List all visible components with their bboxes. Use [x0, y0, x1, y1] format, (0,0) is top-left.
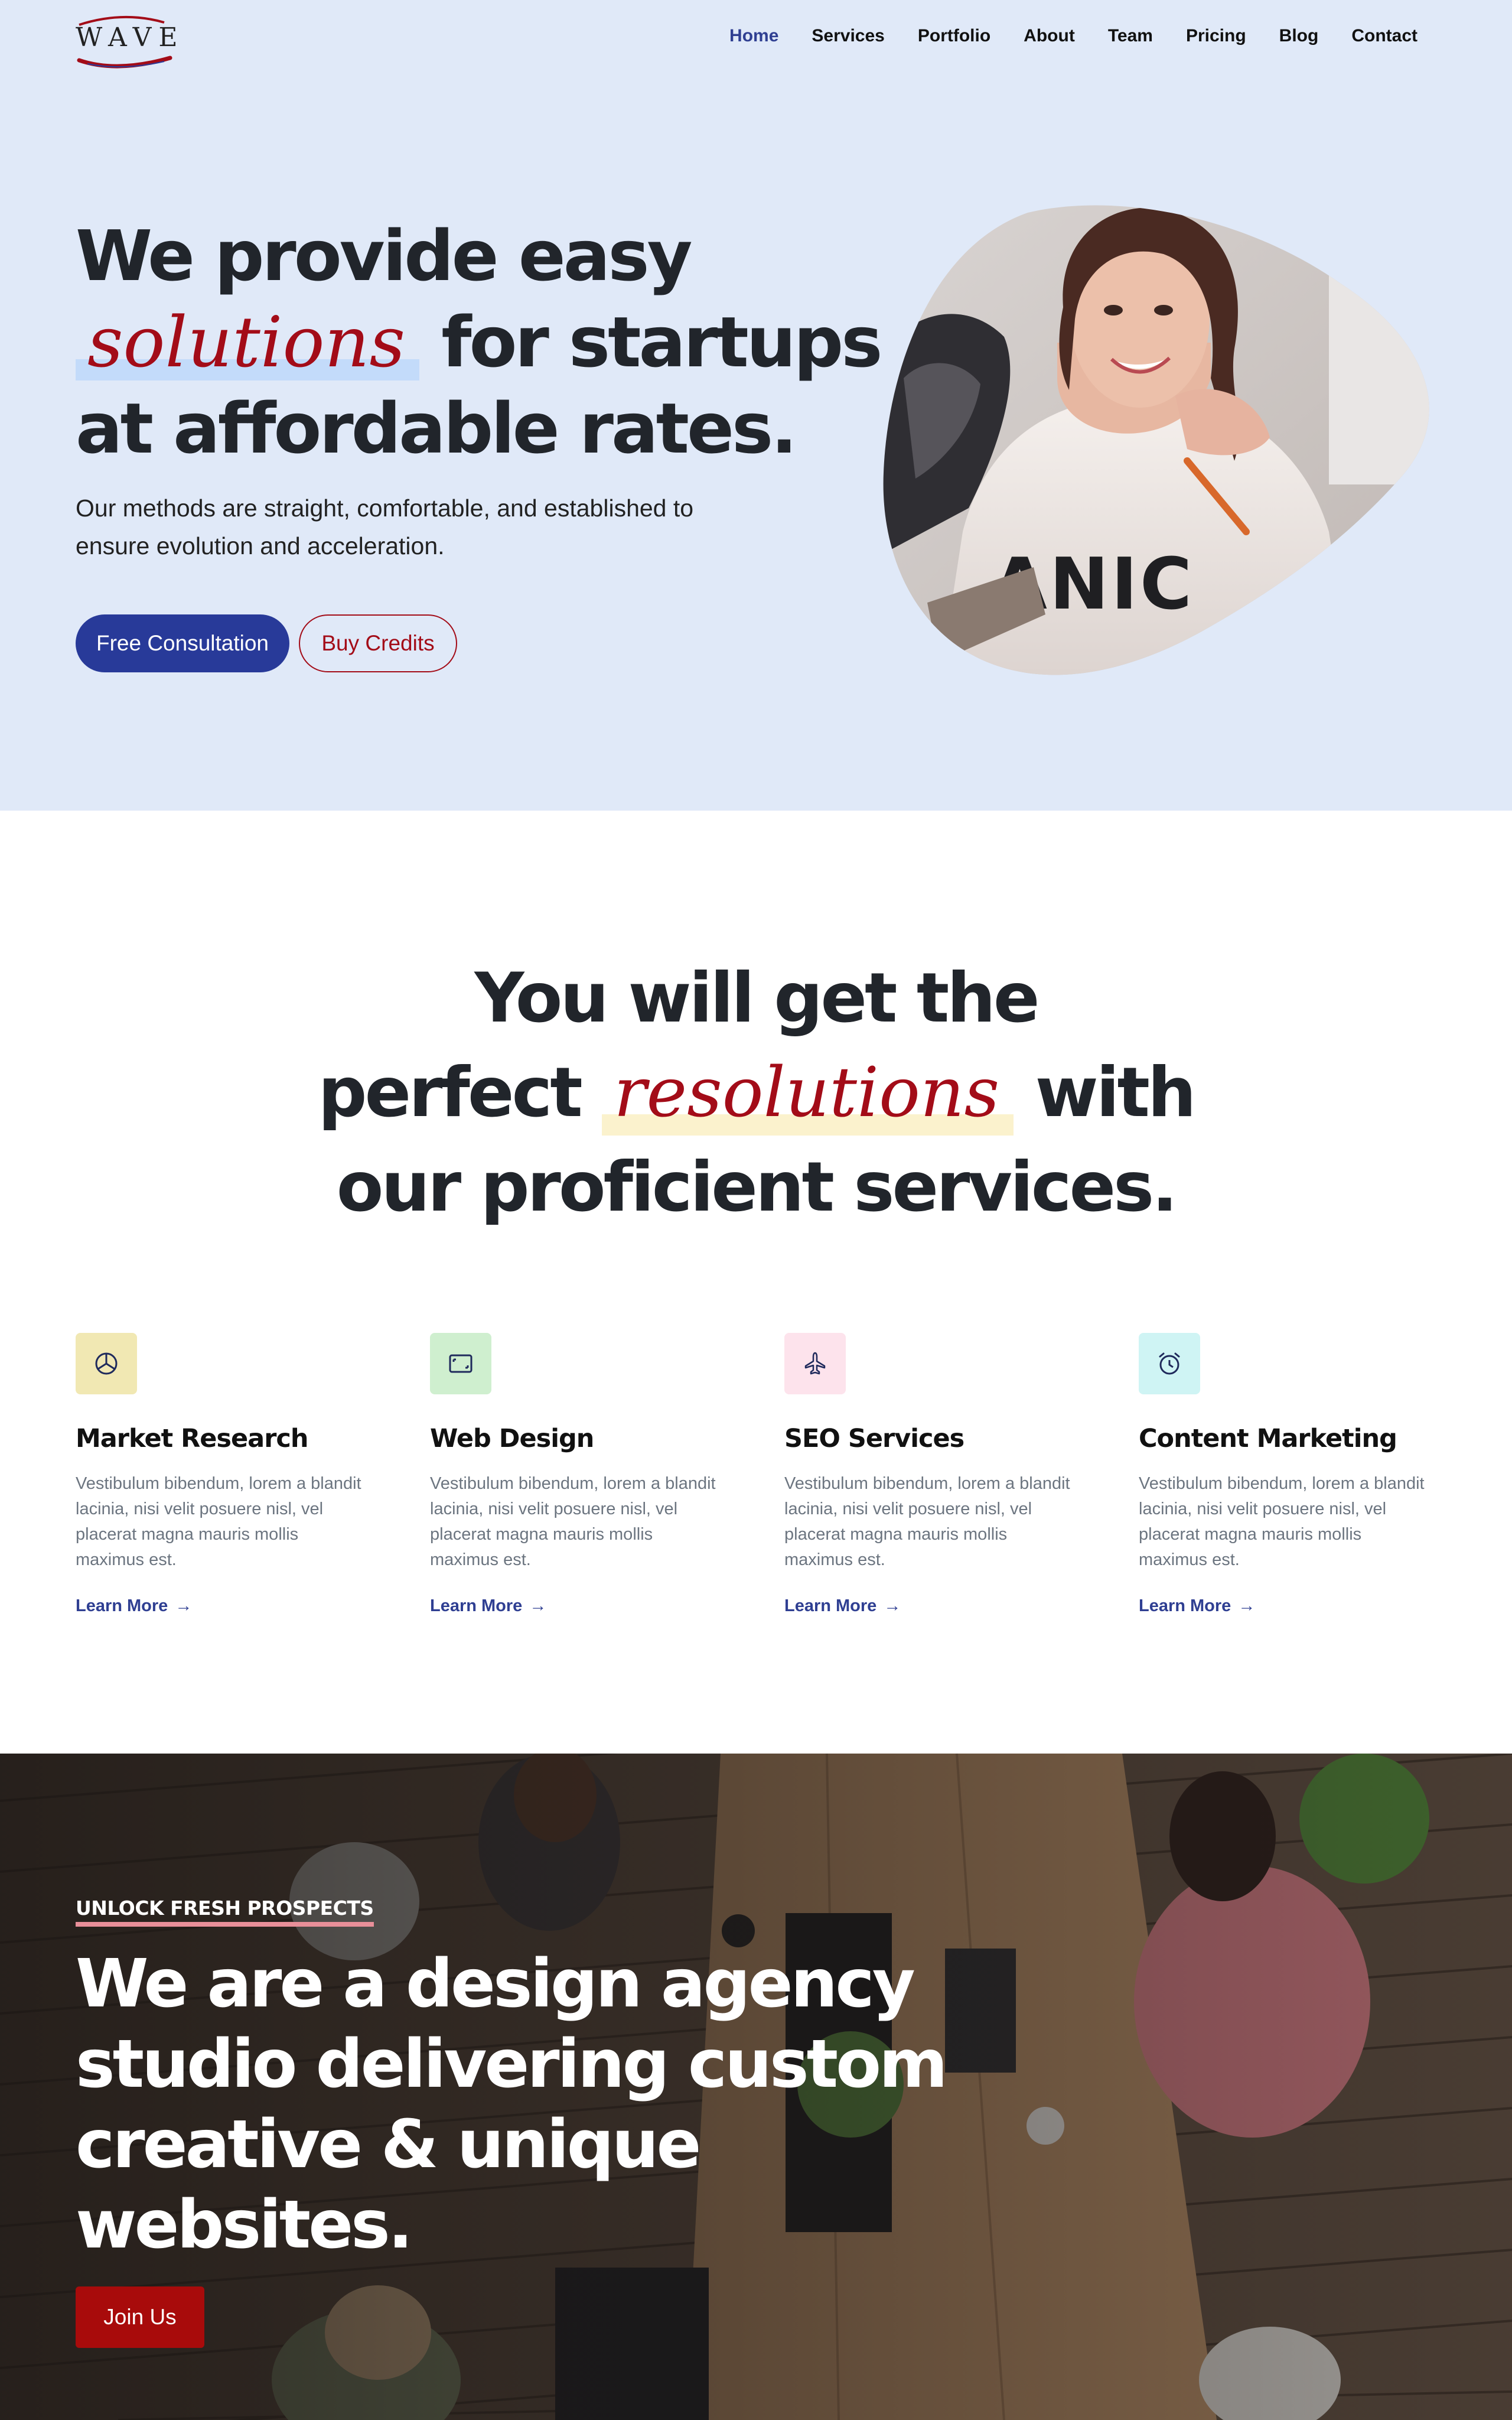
learn-more-link[interactable]: Learn More →: [76, 1596, 192, 1616]
arrow-right-icon: →: [175, 1596, 193, 1615]
service-cards: Market Research Vestibulum bibendum, lor…: [76, 1333, 1436, 1616]
service-card-text: Vestibulum bibendum, lorem a blandit lac…: [1139, 1474, 1425, 1569]
nav-contact[interactable]: Contact: [1351, 26, 1418, 46]
free-consultation-button[interactable]: Free Consultation: [76, 614, 289, 672]
nav-home[interactable]: Home: [729, 26, 778, 46]
services-title-line-2: perfect resolutions with: [0, 1046, 1512, 1140]
agency-title-line-2: studio delivering custom: [76, 2026, 948, 2103]
services-title: You will get the perfect resolutions wit…: [0, 951, 1512, 1235]
service-card-text: Vestibulum bibendum, lorem a blandit lac…: [430, 1474, 716, 1569]
services-title-line-2-post: with: [1035, 1053, 1197, 1133]
nav-team[interactable]: Team: [1108, 26, 1153, 46]
hero-section: WAVE Home Services Portfolio About Team …: [0, 0, 1512, 811]
hero-title-line-2: solutions for startups: [76, 299, 882, 385]
wave-logo[interactable]: WAVE: [76, 9, 178, 69]
logo-text: WAVE: [76, 22, 185, 53]
learn-more-label: Learn More: [430, 1596, 523, 1615]
service-card-seo-services: SEO Services Vestibulum bibendum, lorem …: [784, 1333, 1080, 1616]
learn-more-link[interactable]: Learn More →: [784, 1596, 901, 1616]
hero-title-script-word: solutions: [76, 299, 420, 385]
service-card-web-design: Web Design Vestibulum bibendum, lorem a …: [430, 1333, 725, 1616]
services-title-script-word: resolutions: [602, 1046, 1014, 1140]
browser-window-icon: [430, 1333, 491, 1394]
hero-title-line-2-rest: for startups: [441, 301, 882, 383]
hero-title: We provide easy solutions for startups a…: [76, 213, 882, 471]
pie-chart-icon: [76, 1333, 137, 1394]
service-card-title: Content Marketing: [1139, 1424, 1397, 1453]
airplane-icon: [784, 1333, 846, 1394]
services-title-line-2-pre: perfect: [318, 1053, 582, 1133]
service-card-title: SEO Services: [784, 1424, 964, 1453]
service-card-text: Vestibulum bibendum, lorem a blandit lac…: [784, 1474, 1070, 1569]
arrow-right-icon: →: [1238, 1596, 1256, 1615]
service-card-title: Web Design: [430, 1424, 594, 1453]
service-card-content-marketing: Content Marketing Vestibulum bibendum, l…: [1139, 1333, 1434, 1616]
agency-eyebrow: UNLOCK FRESH PROSPECTS: [76, 1897, 374, 1927]
hero-title-line-3: at affordable rates.: [76, 388, 797, 469]
arrow-right-icon: →: [529, 1596, 547, 1615]
main-nav: Home Services Portfolio About Team Prici…: [729, 26, 1418, 46]
agency-title-line-3: creative & unique: [76, 2106, 701, 2183]
hero-subtitle: Our methods are straight, comfortable, a…: [76, 495, 694, 560]
nav-services[interactable]: Services: [812, 26, 884, 46]
nav-portfolio[interactable]: Portfolio: [918, 26, 990, 46]
agency-title-line-1: We are a design agency: [76, 1946, 915, 2022]
nav-about[interactable]: About: [1024, 26, 1075, 46]
service-card-title: Market Research: [76, 1424, 309, 1453]
learn-more-label: Learn More: [784, 1596, 877, 1615]
service-card-market-research: Market Research Vestibulum bibendum, lor…: [76, 1333, 371, 1616]
nav-blog[interactable]: Blog: [1279, 26, 1319, 46]
service-card-text: Vestibulum bibendum, lorem a blandit lac…: [76, 1474, 361, 1569]
hero-portrait-image: ANIC: [883, 205, 1429, 675]
agency-title: We are a design agency studio delivering…: [76, 1944, 948, 2265]
hero-title-line-1: We provide easy: [76, 215, 693, 297]
learn-more-link[interactable]: Learn More →: [430, 1596, 546, 1616]
arrow-right-icon: →: [884, 1596, 901, 1615]
services-title-line-3: our proficient services.: [336, 1147, 1178, 1227]
learn-more-label: Learn More: [1139, 1596, 1231, 1615]
buy-credits-button[interactable]: Buy Credits: [299, 614, 457, 672]
services-title-line-1: You will get the: [474, 958, 1040, 1038]
learn-more-link[interactable]: Learn More →: [1139, 1596, 1255, 1616]
alarm-clock-icon: [1139, 1333, 1200, 1394]
agency-title-line-4: websites.: [76, 2187, 413, 2263]
join-us-button[interactable]: Join Us: [76, 2286, 204, 2348]
learn-more-label: Learn More: [76, 1596, 168, 1615]
nav-pricing[interactable]: Pricing: [1186, 26, 1246, 46]
